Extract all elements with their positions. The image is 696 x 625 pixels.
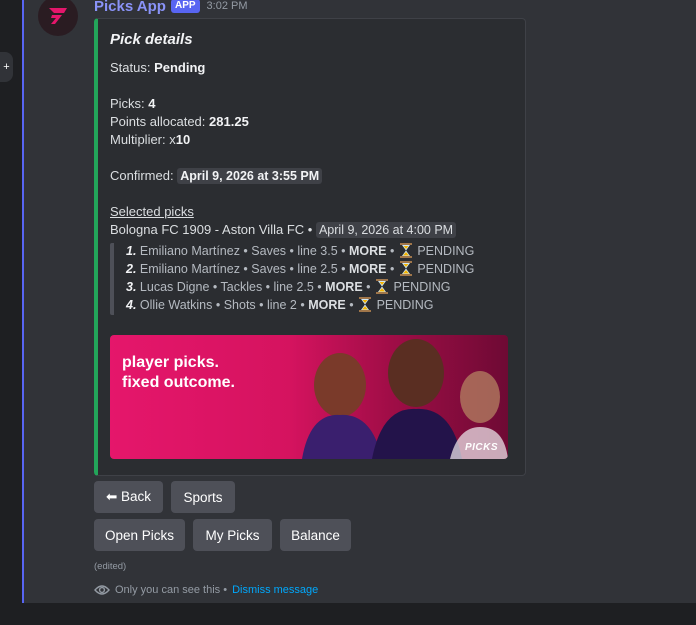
- message-header: Picks App APP 3:02 PM: [94, 0, 248, 16]
- picks-label: Picks:: [110, 96, 145, 111]
- ephemeral-text: Only you can see this •: [115, 584, 228, 596]
- athletes-illustration: [302, 339, 508, 459]
- banner-logo: PICKS: [464, 442, 498, 453]
- pick-separator: •: [389, 244, 395, 258]
- dismiss-message-link[interactable]: Dismiss message: [232, 584, 318, 596]
- pick-separator: •: [389, 262, 395, 276]
- banner-line-2: fixed outcome.: [122, 374, 235, 391]
- edited-label: (edited): [94, 561, 127, 572]
- pick-number: 4.: [126, 298, 137, 312]
- status-value: Pending: [154, 60, 206, 75]
- match-time: April 9, 2026 at 4:00 PM: [315, 222, 457, 238]
- message-timestamp[interactable]: 3:02 PM: [207, 0, 248, 12]
- confirmed-line: Confirmed: April 9, 2026 at 3:55 PM: [110, 168, 323, 184]
- server-sidebar-edge: +: [0, 0, 22, 625]
- pick-separator: •: [349, 298, 354, 312]
- pick-direction: MORE: [349, 262, 387, 276]
- chat-input-area[interactable]: [22, 603, 696, 625]
- match-name: Bologna FC 1909 - Aston Villa FC: [110, 222, 305, 237]
- multiplier-label: Multiplier: x: [110, 132, 176, 147]
- my-picks-button[interactable]: My Picks: [193, 519, 272, 551]
- avatar[interactable]: [38, 0, 78, 36]
- back-button[interactable]: ⬅ Back: [94, 481, 163, 513]
- points-value: 281.25: [209, 114, 249, 129]
- status-line: Status: Pending: [110, 60, 205, 75]
- ephemeral-notice: Only you can see this • Dismiss message: [94, 584, 318, 596]
- pick-number: 3.: [126, 280, 137, 294]
- picks-logo-icon: [49, 8, 67, 24]
- picks-line: Picks: 4: [110, 96, 156, 111]
- pick-status: PENDING: [393, 280, 451, 294]
- hourglass-icon: [376, 279, 389, 294]
- pick-status: PENDING: [417, 244, 475, 258]
- promo-banner-image[interactable]: player picks. fixed outcome. PICKS: [110, 335, 508, 459]
- points-label: Points allocated:: [110, 114, 206, 129]
- selected-picks-heading: Selected picks: [110, 204, 194, 219]
- banner-tagline: player picks. fixed outcome.: [122, 353, 235, 393]
- match-separator: •: [307, 222, 313, 237]
- confirmed-label: Confirmed:: [110, 168, 174, 183]
- picks-value: 4: [148, 96, 156, 111]
- message-highlight-bar: [22, 0, 24, 603]
- hourglass-icon: [399, 243, 412, 258]
- match-line: Bologna FC 1909 - Aston Villa FC • April…: [110, 222, 457, 238]
- sports-button[interactable]: Sports: [171, 481, 235, 513]
- confirmed-timestamp: April 9, 2026 at 3:55 PM: [177, 168, 323, 184]
- pick-text: Lucas Digne • Tackles • line 2.5 •: [139, 280, 322, 294]
- open-picks-button[interactable]: Open Picks: [94, 519, 185, 551]
- pick-separator: •: [366, 280, 371, 294]
- multiplier-line: Multiplier: x10: [110, 132, 190, 147]
- list-item: 3. Lucas Digne • Tackles • line 2.5 • MO…: [126, 279, 450, 294]
- pick-direction: MORE: [308, 298, 346, 312]
- balance-button[interactable]: Balance: [280, 519, 351, 551]
- pick-status: PENDING: [376, 298, 434, 312]
- pick-details-embed: Pick details Status: Pending Picks: 4 Po…: [94, 18, 526, 476]
- list-item: 2. Emiliano Martínez • Saves • line 2.5 …: [126, 261, 474, 276]
- collapse-handle[interactable]: +: [0, 52, 13, 82]
- pick-number: 1.: [126, 244, 137, 258]
- picks-list: 1. Emiliano Martínez • Saves • line 3.5 …: [110, 243, 510, 315]
- pick-direction: MORE: [349, 244, 387, 258]
- list-item: 1. Emiliano Martínez • Saves • line 3.5 …: [126, 243, 474, 258]
- pick-text: Emiliano Martínez • Saves • line 2.5 •: [139, 262, 346, 276]
- pick-status: PENDING: [417, 262, 475, 276]
- pick-text: Emiliano Martínez • Saves • line 3.5 •: [139, 244, 346, 258]
- author-name[interactable]: Picks App: [94, 0, 166, 15]
- banner-line-1: player picks.: [122, 354, 219, 371]
- pick-text: Ollie Watkins • Shots • line 2 •: [139, 298, 305, 312]
- hourglass-icon: [359, 297, 372, 312]
- multiplier-value: 10: [175, 132, 191, 147]
- embed-title: Pick details: [110, 31, 193, 48]
- pick-number: 2.: [126, 262, 137, 276]
- eye-icon: [94, 585, 110, 595]
- status-label: Status:: [110, 60, 151, 75]
- list-item: 4. Ollie Watkins • Shots • line 2 • MORE…: [126, 297, 434, 312]
- points-line: Points allocated: 281.25: [110, 114, 249, 129]
- app-badge: APP: [170, 0, 200, 13]
- hourglass-icon: [399, 261, 412, 276]
- pick-direction: MORE: [325, 280, 363, 294]
